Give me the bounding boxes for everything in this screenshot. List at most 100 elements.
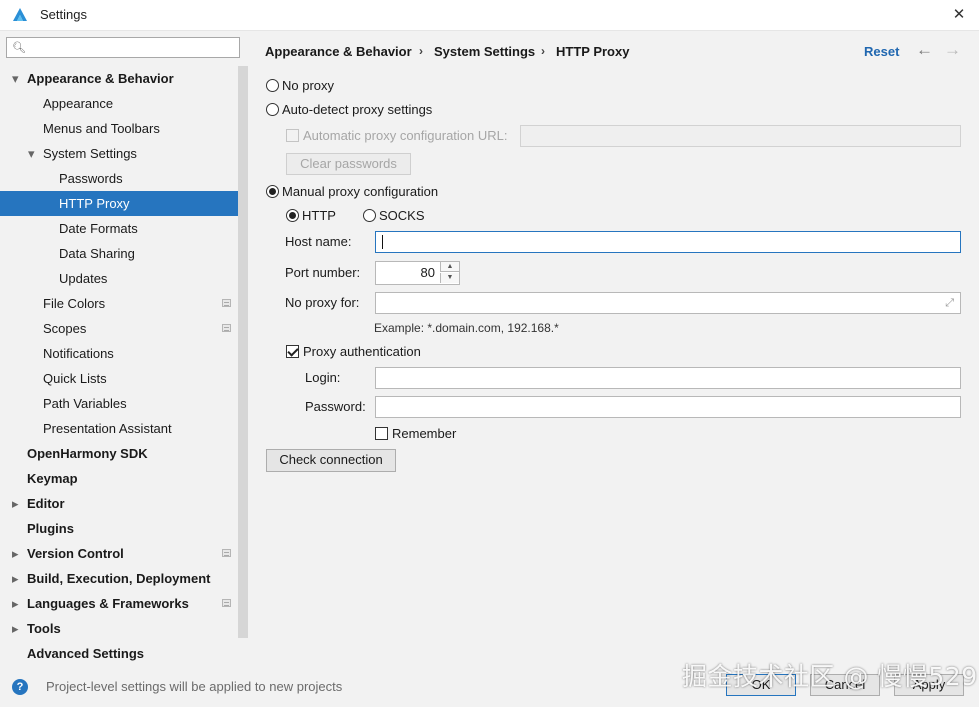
- sidebar-item[interactable]: Date Formats: [0, 216, 238, 241]
- sidebar-item[interactable]: OpenHarmony SDK: [0, 441, 238, 466]
- sidebar-item-label: Quick Lists: [43, 371, 107, 386]
- login-field[interactable]: [375, 367, 961, 389]
- sidebar-item[interactable]: Plugins: [0, 516, 238, 541]
- sidebar-item-label: Languages & Frameworks: [27, 596, 189, 611]
- http-label: HTTP: [302, 208, 336, 223]
- sidebar-item[interactable]: Path Variables: [0, 391, 238, 416]
- sidebar-item[interactable]: Appearance: [0, 91, 238, 116]
- host-name-field[interactable]: [375, 231, 961, 253]
- sidebar-item[interactable]: ▸ Tools: [0, 616, 238, 641]
- arrow-right-icon[interactable]: →: [944, 40, 961, 60]
- sidebar-item-label: Menus and Toolbars: [43, 121, 160, 136]
- manual-proxy-radio[interactable]: [266, 185, 279, 198]
- chevron-right-icon[interactable]: ▸: [12, 616, 19, 641]
- sidebar-item[interactable]: Menus and Toolbars: [0, 116, 238, 141]
- no-proxy-radio[interactable]: [266, 79, 279, 92]
- title-bar: Settings ✕: [0, 0, 979, 31]
- sidebar-item[interactable]: Quick Lists: [0, 366, 238, 391]
- settings-tree: ▾ Appearance & Behavior Appearance Menus an…: [0, 66, 248, 664]
- socks-radio[interactable]: [363, 209, 376, 222]
- no-proxy-for-input[interactable]: [380, 295, 954, 311]
- expand-icon[interactable]: ⤢: [945, 297, 954, 310]
- sidebar-item-label: Version Control: [27, 546, 124, 561]
- remember-checkbox[interactable]: [375, 427, 388, 440]
- sidebar-item-label: Updates: [59, 271, 108, 286]
- password-label: Password:: [305, 399, 366, 414]
- sidebar-item-label: Keymap: [27, 471, 78, 486]
- sidebar-item-label: OpenHarmony SDK: [27, 446, 148, 461]
- remember-label: Remember: [392, 426, 457, 441]
- sidebar-item-label: Passwords: [59, 171, 123, 186]
- chevron-up-icon[interactable]: ▲: [440, 262, 459, 272]
- port-number-spinner[interactable]: 80 ▲ ▼: [375, 261, 460, 285]
- sidebar-item[interactable]: Passwords: [0, 166, 238, 191]
- chevron-down-icon[interactable]: ▾: [12, 66, 19, 91]
- sidebar-item[interactable]: ▸ Version Control: [0, 541, 238, 566]
- auto-detect-radio[interactable]: [266, 103, 279, 116]
- no-proxy-for-field[interactable]: ⤢: [375, 292, 961, 314]
- sidebar-scrollbar[interactable]: [238, 66, 248, 638]
- sidebar-item-label: Path Variables: [43, 396, 127, 411]
- chevron-down-icon[interactable]: ▼: [440, 273, 459, 283]
- sidebar-item[interactable]: ▸ Languages & Frameworks: [0, 591, 238, 616]
- sidebar-item-label: Appearance & Behavior: [27, 71, 174, 86]
- no-proxy-for-label: No proxy for:: [285, 295, 360, 310]
- sidebar-item[interactable]: HTTP Proxy: [0, 191, 238, 216]
- sidebar-item[interactable]: ▸ Build, Execution, Deployment: [0, 566, 238, 591]
- sidebar-item[interactable]: Updates: [0, 266, 238, 291]
- sidebar-item-label: HTTP Proxy: [59, 196, 130, 211]
- login-input[interactable]: [380, 370, 954, 386]
- auto-config-url-field[interactable]: [520, 125, 961, 147]
- sidebar-item[interactable]: Keymap: [0, 466, 238, 491]
- sidebar-item[interactable]: Scopes: [0, 316, 238, 341]
- password-input[interactable]: [380, 399, 954, 415]
- reset-link[interactable]: Reset: [864, 44, 899, 59]
- no-proxy-label: No proxy: [282, 78, 335, 93]
- status-text: Project-level settings will be applied t…: [46, 679, 343, 694]
- sidebar-item[interactable]: ▸ Editor: [0, 491, 238, 516]
- clear-passwords-button[interactable]: Clear passwords: [286, 153, 411, 175]
- breadcrumb-item-system-settings[interactable]: System Settings: [434, 44, 535, 59]
- breadcrumb-separator: ›: [419, 44, 423, 58]
- sidebar-item[interactable]: Data Sharing: [0, 241, 238, 266]
- host-name-input[interactable]: [380, 234, 954, 250]
- port-number-value: 80: [420, 265, 435, 280]
- host-name-label: Host name:: [285, 234, 352, 249]
- project-level-icon: [222, 549, 231, 557]
- close-icon[interactable]: ✕: [947, 4, 971, 26]
- sidebar-item[interactable]: Notifications: [0, 341, 238, 366]
- search-field[interactable]: 🔍︎: [6, 37, 240, 58]
- http-radio[interactable]: [286, 209, 299, 222]
- chevron-right-icon[interactable]: ▸: [12, 591, 19, 616]
- sidebar-item-label: System Settings: [43, 146, 137, 161]
- auto-config-url-label: Automatic proxy configuration URL:: [303, 128, 508, 143]
- chevron-right-icon[interactable]: ▸: [12, 491, 19, 516]
- arrow-left-icon[interactable]: ←: [916, 40, 933, 60]
- sidebar-item[interactable]: Advanced Settings: [0, 641, 238, 666]
- breadcrumb-separator: ›: [541, 44, 545, 58]
- sidebar-item-label: Tools: [27, 621, 61, 636]
- check-connection-button[interactable]: Check connection: [266, 449, 396, 472]
- no-proxy-example: Example: *.domain.com, 192.168.*: [374, 321, 559, 335]
- sidebar-item-label: Date Formats: [59, 221, 138, 236]
- auto-config-url-checkbox[interactable]: [286, 129, 299, 142]
- watermark: 掘金技术社区 @ 慢慢529: [682, 662, 978, 691]
- sidebar-item-label: Data Sharing: [59, 246, 135, 261]
- window-title: Settings: [40, 7, 87, 22]
- sidebar-item[interactable]: File Colors: [0, 291, 238, 316]
- chevron-right-icon[interactable]: ▸: [12, 566, 19, 591]
- sidebar-item[interactable]: Presentation Assistant: [0, 416, 238, 441]
- sidebar-item-label: Build, Execution, Deployment: [27, 571, 211, 586]
- auto-config-url-input[interactable]: [525, 128, 954, 144]
- sidebar-item[interactable]: ▾ System Settings: [0, 141, 238, 166]
- chevron-down-icon[interactable]: ▾: [28, 141, 35, 166]
- search-input[interactable]: [29, 39, 238, 58]
- chevron-right-icon[interactable]: ▸: [12, 541, 19, 566]
- breadcrumb-item-appearance-behavior[interactable]: Appearance & Behavior: [265, 44, 412, 59]
- proxy-auth-checkbox[interactable]: [286, 345, 299, 358]
- password-field[interactable]: [375, 396, 961, 418]
- sidebar-item-label: Scopes: [43, 321, 87, 336]
- help-icon[interactable]: ?: [12, 679, 28, 695]
- sidebar-item-label: Advanced Settings: [27, 646, 145, 661]
- sidebar-item[interactable]: ▾ Appearance & Behavior: [0, 66, 238, 91]
